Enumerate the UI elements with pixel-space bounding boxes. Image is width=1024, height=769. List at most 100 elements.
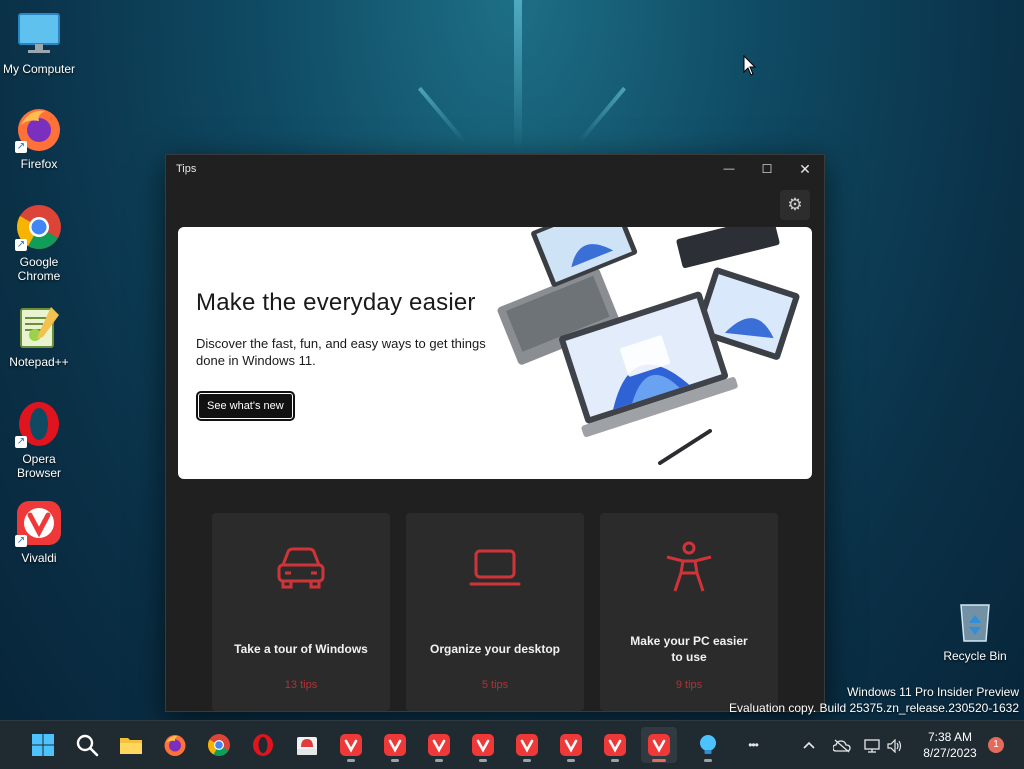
- store-app-icon: [297, 737, 317, 755]
- search-icon: [76, 734, 99, 757]
- recycle-bin-icon: [951, 597, 999, 645]
- running-indicator: [479, 759, 487, 762]
- settings-gear-icon[interactable]: ⚙: [780, 190, 810, 220]
- firefox-icon: ↗: [15, 105, 63, 153]
- clock-date: 8/27/2023: [923, 746, 977, 760]
- running-indicator: [704, 759, 712, 762]
- taskbar-app-store[interactable]: [289, 727, 325, 763]
- vivaldi-icon: ↗: [15, 499, 63, 547]
- wallpaper-ray: [514, 0, 522, 150]
- card-tip-count: 13 tips: [284, 679, 318, 691]
- chrome-icon: [208, 734, 230, 756]
- desktop-icon-label: Firefox: [20, 157, 58, 171]
- search-button[interactable]: [69, 727, 105, 763]
- card-tip-count: 5 tips: [481, 679, 509, 691]
- shortcut-arrow-icon: ↗: [15, 239, 27, 251]
- see-whats-new-button[interactable]: See what's new: [196, 391, 295, 421]
- vivaldi-icon: [604, 734, 626, 756]
- watermark-build: Evaluation copy. Build 25375.zn_release.…: [729, 701, 1019, 715]
- taskbar-vivaldi-3[interactable]: [421, 727, 457, 763]
- opera-icon: [253, 734, 273, 756]
- hero-heading: Make the everyday easier: [196, 289, 476, 316]
- firefox-icon: [164, 735, 186, 756]
- card-title: Take a tour of Windows: [234, 642, 368, 656]
- taskbar-vivaldi-6[interactable]: [553, 727, 589, 763]
- taskbar-clock[interactable]: 7:38 AM 8/27/2023: [915, 729, 985, 761]
- taskbar-firefox[interactable]: [157, 727, 193, 763]
- card-tip-count: 9 tips: [675, 679, 703, 691]
- hero-description: Discover the fast, fun, and easy ways to…: [196, 336, 486, 368]
- volume-icon[interactable]: [884, 721, 906, 769]
- watermark-edition: Windows 11 Pro Insider Preview: [847, 685, 1019, 699]
- desktop-icon-label: Recycle Bin: [943, 649, 1007, 663]
- desktop-icon-firefox[interactable]: ↗ Firefox: [1, 105, 77, 171]
- desktop-icon-vivaldi[interactable]: ↗ Vivaldi: [1, 499, 77, 565]
- taskbar-vivaldi-5[interactable]: [509, 727, 545, 763]
- show-hidden-icons-chevron-icon[interactable]: [798, 721, 820, 769]
- running-indicator: [567, 759, 575, 762]
- taskbar-vivaldi-8[interactable]: [641, 727, 677, 763]
- desktop-icon-label: Opera Browser: [16, 452, 61, 480]
- taskbar-vivaldi-7[interactable]: [597, 727, 633, 763]
- desktop-icon-label: My Computer: [2, 62, 76, 76]
- shortcut-arrow-icon: ↗: [15, 141, 27, 153]
- card-title: Make your PC easier to use: [630, 634, 748, 664]
- taskbar-chrome[interactable]: [201, 727, 237, 763]
- network-icon[interactable]: [861, 721, 883, 769]
- desktop-icon-label: Google Chrome: [17, 255, 61, 283]
- desktop-icon-recycle-bin[interactable]: Recycle Bin: [937, 597, 1013, 663]
- card-title: Organize your desktop: [429, 642, 561, 656]
- vivaldi-icon: [516, 734, 538, 756]
- vivaldi-icon: [560, 734, 582, 756]
- running-indicator: [391, 759, 399, 762]
- more-apps-icon[interactable]: •••: [738, 721, 768, 769]
- vivaldi-icon: [384, 734, 406, 756]
- taskbar: ••• 7:38 AM 8/27/2023 1: [0, 720, 1024, 769]
- taskbar-vivaldi-4[interactable]: [465, 727, 501, 763]
- tip-card-tour-windows[interactable]: Take a tour of Windows 13 tips: [212, 513, 390, 711]
- close-button[interactable]: ✕: [787, 155, 823, 183]
- notification-badge[interactable]: 1: [988, 737, 1004, 753]
- desktop-icon-google-chrome[interactable]: ↗ Google Chrome: [1, 203, 77, 283]
- chrome-icon: ↗: [15, 203, 63, 251]
- windows-start-icon: [32, 734, 54, 756]
- window-title: Tips: [176, 163, 197, 175]
- taskbar-file-explorer[interactable]: [113, 727, 149, 763]
- wallpaper-ray: [577, 86, 627, 144]
- running-indicator: [611, 759, 619, 762]
- wallpaper-ray: [417, 86, 467, 144]
- tip-card-pc-easier[interactable]: Make your PC easier to use 9 tips: [600, 513, 778, 711]
- vivaldi-icon: [340, 734, 362, 756]
- tip-card-organize-desktop[interactable]: Organize your desktop 5 tips: [406, 513, 584, 711]
- desktop-icon-label: Vivaldi: [21, 551, 57, 565]
- monitor-icon: [15, 10, 63, 58]
- running-indicator: [435, 759, 443, 762]
- vivaldi-icon: [428, 734, 450, 756]
- tips-window: Tips — ☐ ✕ ⚙ Make the everyday easier Di…: [165, 154, 825, 712]
- taskbar-vivaldi-2[interactable]: [377, 727, 413, 763]
- vivaldi-icon: [472, 734, 494, 756]
- vivaldi-icon: [648, 734, 670, 756]
- desktop-icon-opera-browser[interactable]: ↗ Opera Browser: [1, 400, 77, 480]
- maximize-button[interactable]: ☐: [749, 155, 785, 183]
- tips-lightbulb-icon: [700, 735, 716, 754]
- running-indicator: [347, 759, 355, 762]
- desktop-icon-notepad-plus-plus[interactable]: Notepad++: [1, 303, 77, 369]
- window-titlebar[interactable]: Tips — ☐ ✕: [166, 155, 824, 183]
- desktop-icon-my-computer[interactable]: My Computer: [1, 10, 77, 76]
- notepad-plus-plus-icon: [15, 303, 63, 351]
- mouse-cursor-icon: [743, 55, 757, 76]
- running-indicator: [523, 759, 531, 762]
- shortcut-arrow-icon: ↗: [15, 436, 27, 448]
- car-icon: [277, 547, 325, 589]
- taskbar-tips[interactable]: [690, 727, 726, 763]
- minimize-button[interactable]: —: [711, 155, 747, 183]
- taskbar-vivaldi-1[interactable]: [333, 727, 369, 763]
- onedrive-icon[interactable]: [830, 721, 854, 769]
- start-button[interactable]: [25, 727, 61, 763]
- taskbar-opera[interactable]: [245, 727, 281, 763]
- accessibility-icon: [666, 541, 712, 592]
- hero-banner: Make the everyday easier Discover the fa…: [178, 227, 812, 479]
- laptop-icon: [469, 549, 521, 586]
- clock-time: 7:38 AM: [927, 730, 973, 744]
